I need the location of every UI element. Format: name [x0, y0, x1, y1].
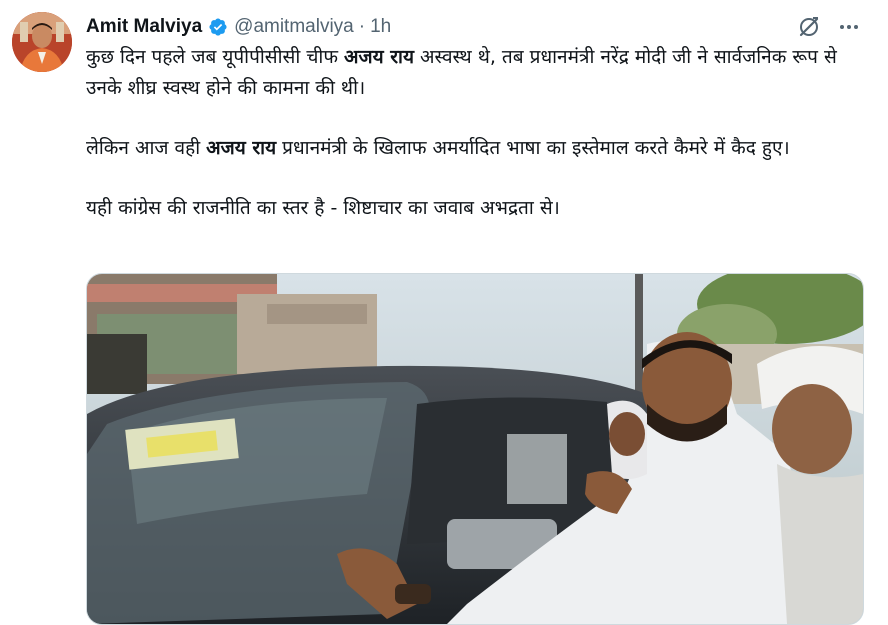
tweet-paragraph-3: यही कांग्रेस की राजनीति का स्तर है - शिष… — [86, 197, 560, 219]
mention-name: अजय राय — [344, 46, 414, 68]
tweet-text: कुछ दिन पहले जब यूपीपीसीसी चीफ अजय राय अ… — [86, 42, 876, 224]
tweet-paragraph-2: लेकिन आज वही अजय राय प्रधानमंत्री के खिल… — [86, 137, 790, 159]
more-icon[interactable] — [836, 14, 862, 40]
separator-dot: · — [358, 16, 366, 37]
verified-badge-icon — [209, 18, 227, 36]
tweet-paragraph-1: कुछ दिन पहले जब यूपीपीसीसी चीफ अजय राय अ… — [86, 46, 837, 99]
mention-name: अजय राय — [206, 137, 277, 159]
author-handle[interactable]: @amitmalviya — [234, 16, 354, 38]
tweet-header: Amit Malviya @amitmalviya · 1h — [86, 14, 391, 40]
tweet-timestamp[interactable]: 1h — [370, 16, 391, 38]
avatar[interactable] — [12, 12, 72, 72]
grok-icon[interactable] — [796, 14, 822, 40]
tweet-media-image[interactable] — [86, 273, 864, 625]
author-name[interactable]: Amit Malviya — [86, 16, 202, 38]
